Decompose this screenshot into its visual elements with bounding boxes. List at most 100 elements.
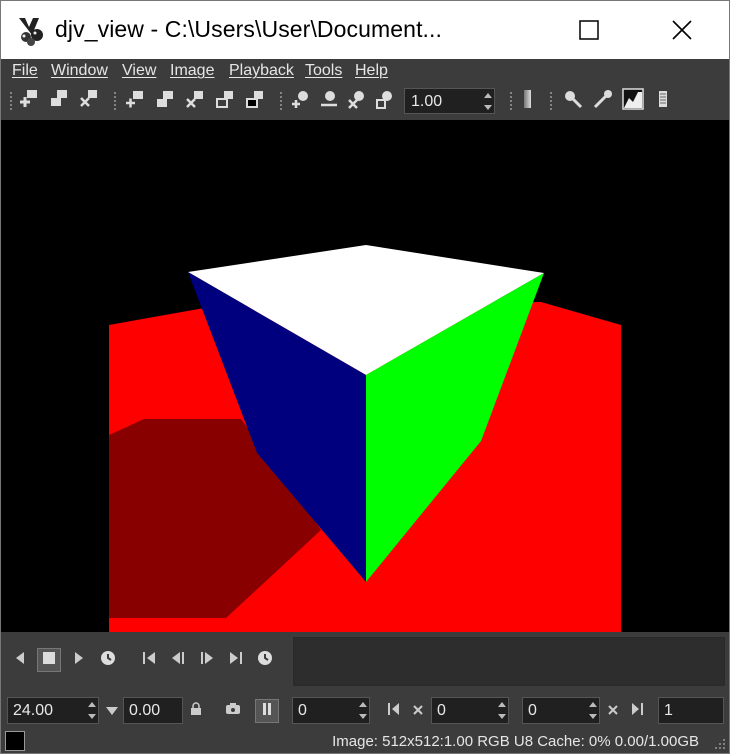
center-icon (214, 88, 236, 115)
every-frame-button[interactable] (221, 699, 245, 723)
speed-value: 24.00 (13, 702, 54, 719)
copy-window-icon (48, 88, 70, 115)
in-point-spinner[interactable] (495, 698, 508, 723)
center-button[interactable] (213, 89, 237, 113)
out-point-spinner[interactable] (586, 698, 599, 723)
prev-frame-button[interactable] (166, 648, 190, 672)
magnify-icon (562, 88, 584, 115)
copy-window-button[interactable] (47, 89, 71, 113)
resize-grip-icon[interactable] (712, 736, 726, 750)
info-button[interactable] (651, 89, 675, 113)
zoom-fit-icon (374, 88, 396, 115)
zoom-spinner[interactable] (481, 89, 494, 113)
menu-help[interactable]: Help (355, 62, 388, 80)
frame-input[interactable]: 0 (292, 697, 370, 724)
toolbar-grip[interactable] (113, 91, 117, 111)
djv-view-window: djv_view - C:\Users\User\Document... Fil… (0, 0, 730, 754)
close-file-icon (184, 88, 206, 115)
menu-image[interactable]: Image (170, 62, 214, 80)
in-point-icon (387, 702, 401, 720)
reset-in-point-button[interactable] (406, 699, 430, 723)
color-picker-button[interactable] (515, 89, 539, 113)
fit-image-button[interactable] (153, 89, 177, 113)
djv-app-icon (15, 15, 49, 47)
toolbar-grip[interactable] (549, 91, 553, 111)
next-frame-button[interactable] (195, 648, 219, 672)
fps-display: 0.00 (123, 697, 183, 724)
chevron-down-icon (106, 702, 118, 720)
close-icon (608, 702, 618, 720)
play-forward-button[interactable] (67, 648, 91, 672)
spin-down-icon[interactable] (495, 711, 508, 724)
new-window-icon (18, 88, 40, 115)
spin-down-icon[interactable] (586, 711, 599, 724)
toolbar-grip[interactable] (9, 91, 13, 111)
out-point-input[interactable]: 0 (522, 697, 600, 724)
stop-button[interactable] (37, 648, 61, 672)
frame-spinner[interactable] (356, 698, 369, 723)
loop-button[interactable] (96, 648, 120, 672)
prev-frame-icon (170, 651, 186, 670)
histogram-button[interactable] (621, 87, 645, 113)
play-reverse-button[interactable] (8, 648, 32, 672)
spin-down-icon[interactable] (356, 711, 369, 724)
zoom-in-button[interactable] (289, 89, 313, 113)
pixel-color-swatch (5, 731, 25, 751)
set-out-point-button[interactable] (625, 699, 649, 723)
new-window-button[interactable] (17, 89, 41, 113)
menu-view[interactable]: View (122, 62, 156, 80)
spin-up-icon[interactable] (481, 89, 494, 101)
zoom-fit-button[interactable] (373, 89, 397, 113)
menu-tools[interactable]: Tools (305, 62, 342, 80)
frame-loop-icon (257, 650, 273, 671)
frame-timeline[interactable] (293, 637, 725, 686)
reset-out-point-button[interactable] (601, 699, 625, 723)
fit-window-button[interactable] (123, 89, 147, 113)
set-in-point-button[interactable] (382, 699, 406, 723)
image-viewport[interactable] (1, 120, 729, 632)
info-icon (652, 88, 674, 115)
pause-button[interactable] (255, 699, 279, 723)
loop-icon (100, 650, 116, 671)
spin-up-icon[interactable] (586, 698, 599, 711)
close-file-button[interactable] (183, 89, 207, 113)
maximize-button[interactable] (566, 1, 612, 59)
speed-dropdown-button[interactable] (100, 699, 124, 723)
out-point-value: 0 (528, 702, 537, 719)
zoom-input[interactable]: 1.00 (404, 88, 495, 114)
frame-loop-button[interactable] (253, 648, 277, 672)
pause-icon (262, 702, 272, 720)
title-bar: djv_view - C:\Users\User\Document... (1, 1, 729, 59)
menu-file[interactable]: File (12, 62, 38, 80)
window-title: djv_view - C:\Users\User\Document... (55, 16, 443, 42)
spin-up-icon[interactable] (495, 698, 508, 711)
status-text: Image: 512x512:1.00 RGB U8 Cache: 0% 0.0… (332, 733, 699, 750)
toolbar-grip[interactable] (279, 91, 283, 111)
zoom-reset-button[interactable] (345, 89, 369, 113)
eyedropper-button[interactable] (591, 89, 615, 113)
magnify-button[interactable] (561, 89, 585, 113)
close-icon (672, 20, 692, 40)
menu-window[interactable]: Window (51, 62, 108, 80)
frame-value: 0 (298, 702, 307, 719)
go-end-button[interactable] (224, 648, 248, 672)
menu-bar: File Window View Image Playback Tools He… (1, 59, 729, 83)
every-frame-icon (225, 702, 241, 721)
close-button[interactable] (659, 1, 705, 59)
in-point-input[interactable]: 0 (431, 697, 509, 724)
go-start-button[interactable] (137, 648, 161, 672)
black-button[interactable] (243, 89, 267, 113)
spin-down-icon[interactable] (481, 101, 494, 113)
spin-up-icon[interactable] (85, 698, 98, 711)
speed-input[interactable]: 24.00 (7, 697, 99, 724)
zoom-out-button[interactable] (317, 89, 341, 113)
spin-down-icon[interactable] (85, 711, 98, 724)
menu-playback[interactable]: Playback (229, 62, 294, 80)
lock-speed-button[interactable] (184, 699, 208, 723)
speed-spinner[interactable] (85, 698, 98, 723)
spin-up-icon[interactable] (356, 698, 369, 711)
toolbar-grip[interactable] (509, 91, 513, 111)
zoom-reset-icon (346, 88, 368, 115)
go-end-icon (228, 651, 244, 670)
close-window-button[interactable] (77, 89, 101, 113)
